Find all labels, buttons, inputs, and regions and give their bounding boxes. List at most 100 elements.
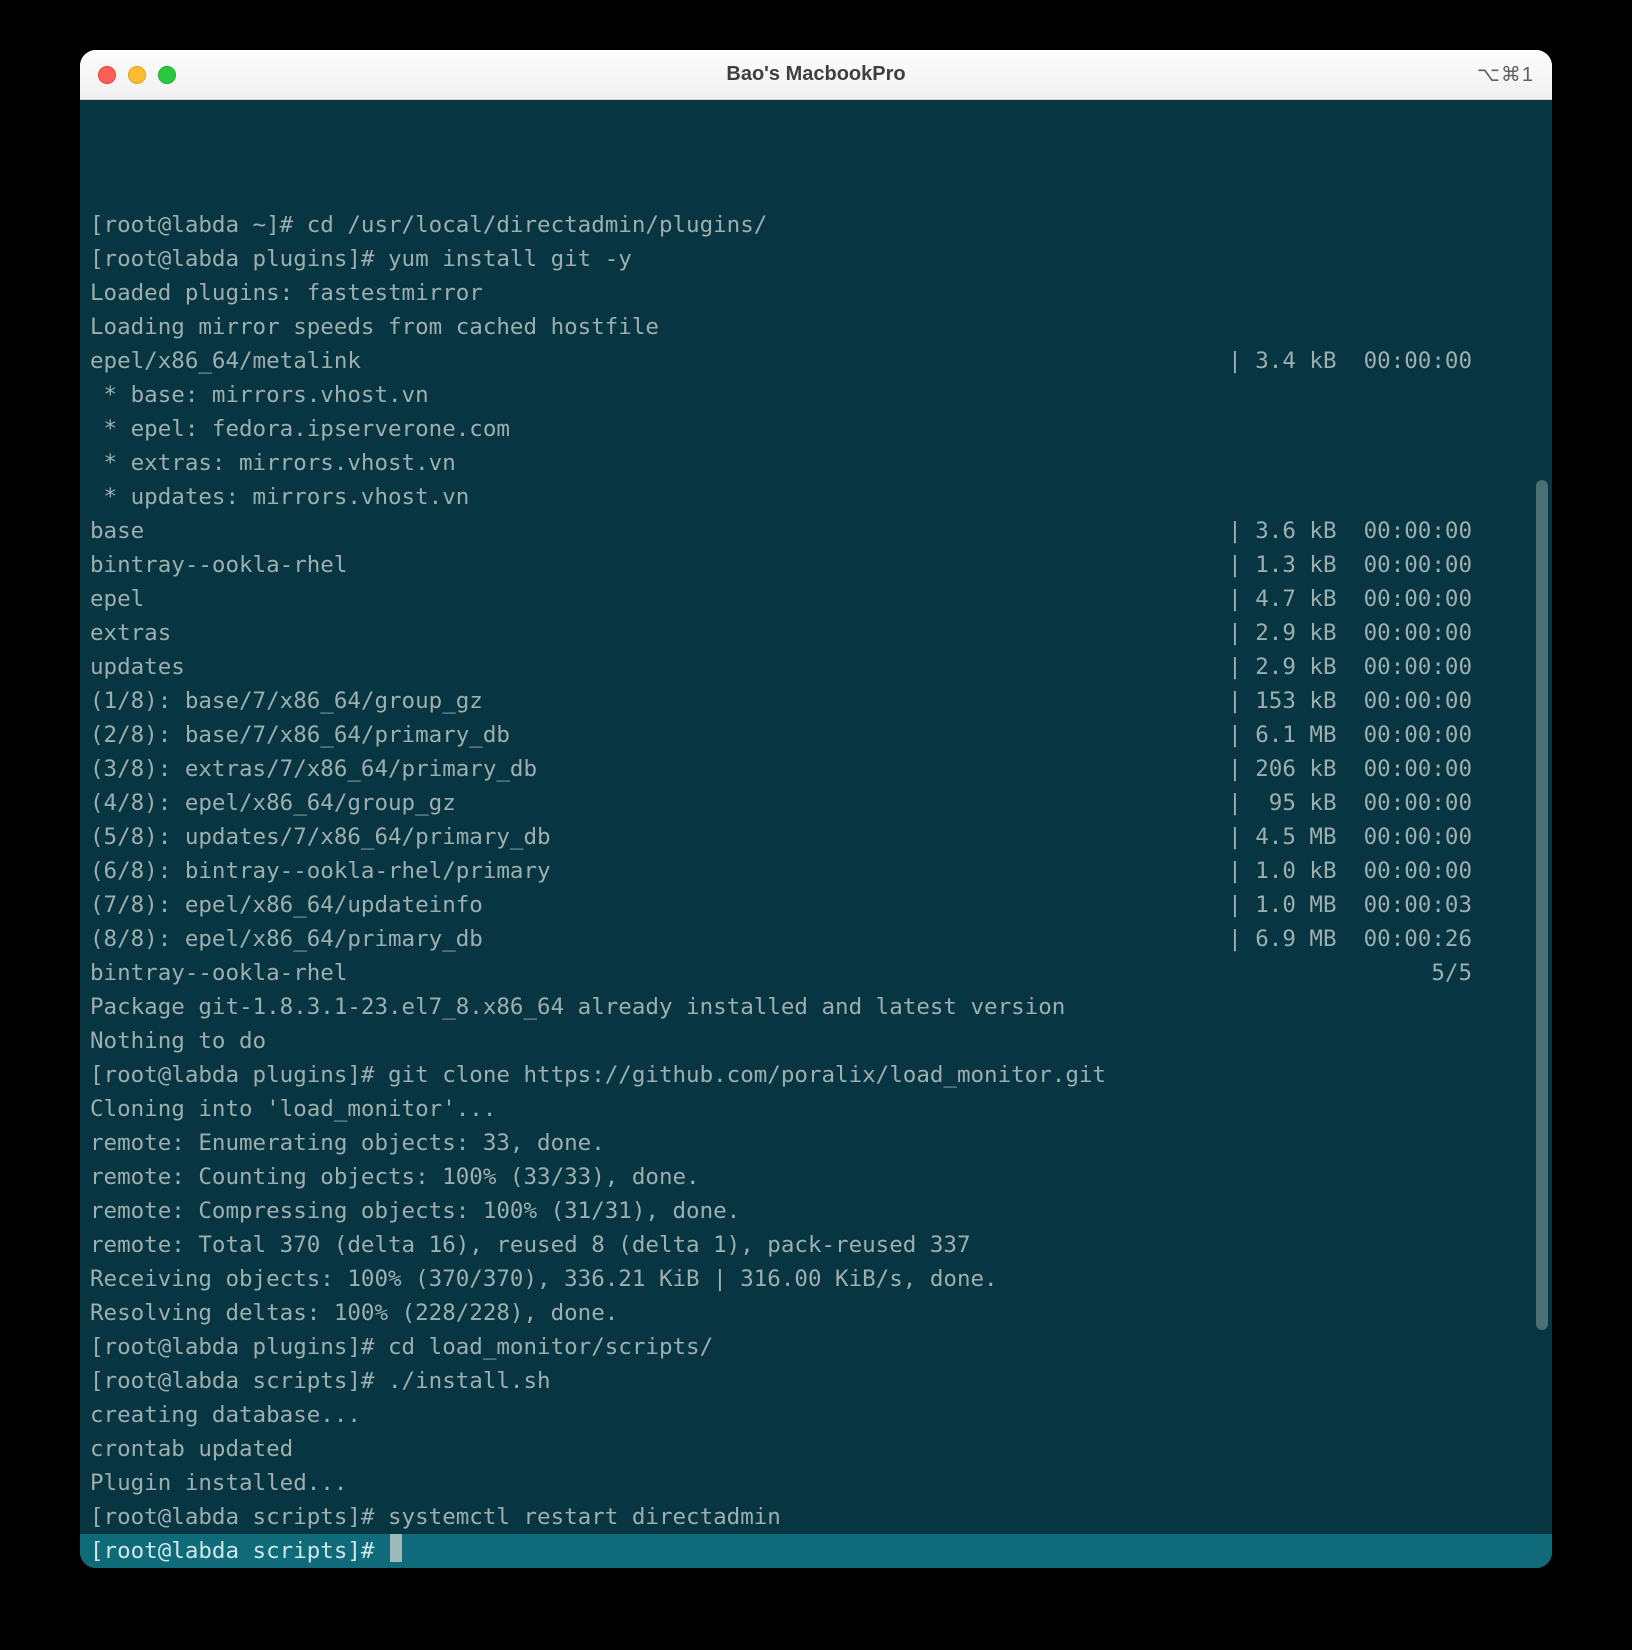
line-text: * epel: fedora.ipserverone.com <box>90 412 510 446</box>
line-text: remote: Compressing objects: 100% (31/31… <box>90 1194 740 1228</box>
terminal-line: (7/8): epel/x86_64/updateinfo| 1.0 MB 00… <box>80 888 1552 922</box>
line-text: epel/x86_64/metalink <box>90 344 361 378</box>
line-text: [root@labda plugins]# cd load_monitor/sc… <box>90 1330 713 1364</box>
line-text: [root@labda scripts]# <box>90 1534 388 1568</box>
line-text: Loading mirror speeds from cached hostfi… <box>90 310 659 344</box>
line-text: remote: Total 370 (delta 16), reused 8 (… <box>90 1228 971 1262</box>
line-text: [root@labda scripts]# ./install.sh <box>90 1364 551 1398</box>
line-right-text: | 2.9 kB 00:00:00 <box>1228 616 1542 650</box>
terminal-line: [root@labda ~]# cd /usr/local/directadmi… <box>80 208 1552 242</box>
terminal-line: remote: Counting objects: 100% (33/33), … <box>80 1160 1552 1194</box>
terminal-line: remote: Compressing objects: 100% (31/31… <box>80 1194 1552 1228</box>
line-text: base <box>90 514 144 548</box>
line-right-text: | 95 kB 00:00:00 <box>1228 786 1542 820</box>
minimize-button[interactable] <box>128 66 146 84</box>
line-right-text: | 6.9 MB 00:00:26 <box>1228 922 1542 956</box>
terminal-line: bintray--ookla-rhel | 1.3 kB 00:00:00 <box>80 548 1552 582</box>
line-text: Loaded plugins: fastestmirror <box>90 276 483 310</box>
line-text: (7/8): epel/x86_64/updateinfo <box>90 888 483 922</box>
terminal-body[interactable]: [root@labda ~]# cd /usr/local/directadmi… <box>80 100 1552 1568</box>
line-right-text: | 2.9 kB 00:00:00 <box>1228 650 1542 684</box>
line-text: epel <box>90 582 144 616</box>
terminal-line: Resolving deltas: 100% (228/228), done. <box>80 1296 1552 1330</box>
close-button[interactable] <box>98 66 116 84</box>
line-text: * updates: mirrors.vhost.vn <box>90 480 469 514</box>
line-text: Plugin installed... <box>90 1466 347 1500</box>
terminal-line: extras | 2.9 kB 00:00:00 <box>80 616 1552 650</box>
terminal-line: creating database... <box>80 1398 1552 1432</box>
terminal-line: Plugin installed... <box>80 1466 1552 1500</box>
line-text: (1/8): base/7/x86_64/group_gz <box>90 684 483 718</box>
terminal-window: Bao's MacbookPro ⌥⌘1 [root@labda ~]# cd … <box>80 50 1552 1568</box>
terminal-line: (1/8): base/7/x86_64/group_gz | 153 kB 00… <box>80 684 1552 718</box>
window-title: Bao's MacbookPro <box>80 63 1552 86</box>
terminal-line: Loading mirror speeds from cached hostfi… <box>80 310 1552 344</box>
terminal-line: remote: Total 370 (delta 16), reused 8 (… <box>80 1228 1552 1262</box>
line-text: creating database... <box>90 1398 361 1432</box>
terminal-line: [root@labda plugins]# git clone https://… <box>80 1058 1552 1092</box>
terminal-line: (6/8): bintray--ookla-rhel/primary | 1.0 … <box>80 854 1552 888</box>
traffic-lights <box>98 66 176 84</box>
terminal-line: (2/8): base/7/x86_64/primary_db | 6.1 MB … <box>80 718 1552 752</box>
terminal-line: remote: Enumerating objects: 33, done. <box>80 1126 1552 1160</box>
terminal-line: crontab updated <box>80 1432 1552 1466</box>
line-right-text: | 1.0 kB 00:00:00 <box>1228 854 1542 888</box>
line-right-text: | 1.3 kB 00:00:00 <box>1228 548 1542 582</box>
line-right-text: | 153 kB 00:00:00 <box>1228 684 1542 718</box>
line-right-text: | 6.1 MB 00:00:00 <box>1228 718 1542 752</box>
line-text: [root@labda plugins]# yum install git -y <box>90 242 632 276</box>
line-text: (2/8): base/7/x86_64/primary_db <box>90 718 510 752</box>
line-text: remote: Counting objects: 100% (33/33), … <box>90 1160 700 1194</box>
terminal-line: [root@labda plugins]# yum install git -y <box>80 242 1552 276</box>
line-text: Cloning into 'load_monitor'... <box>90 1092 496 1126</box>
terminal-line: [root@labda scripts]# <box>80 1534 1552 1568</box>
terminal-line: [root@labda scripts]# systemctl restart … <box>80 1500 1552 1534</box>
line-right-text: | 4.5 MB 00:00:00 <box>1228 820 1542 854</box>
line-text: (6/8): bintray--ookla-rhel/primary <box>90 854 551 888</box>
line-text: bintray--ookla-rhel <box>90 548 347 582</box>
line-text: * base: mirrors.vhost.vn <box>90 378 429 412</box>
terminal-line: base | 3.6 kB 00:00:00 <box>80 514 1552 548</box>
scrollbar[interactable] <box>1536 480 1548 1330</box>
line-text: Nothing to do <box>90 1024 266 1058</box>
line-text: Receiving objects: 100% (370/370), 336.2… <box>90 1262 998 1296</box>
titlebar[interactable]: Bao's MacbookPro ⌥⌘1 <box>80 50 1552 100</box>
terminal-line: (4/8): epel/x86_64/group_gz | 95 kB 00:00… <box>80 786 1552 820</box>
line-text: extras <box>90 616 171 650</box>
line-text: * extras: mirrors.vhost.vn <box>90 446 456 480</box>
line-text: [root@labda plugins]# git clone https://… <box>90 1058 1106 1092</box>
terminal-line: * epel: fedora.ipserverone.com <box>80 412 1552 446</box>
terminal-line: Cloning into 'load_monitor'... <box>80 1092 1552 1126</box>
terminal-line: [root@labda plugins]# cd load_monitor/sc… <box>80 1330 1552 1364</box>
line-right-text: | 4.7 kB 00:00:00 <box>1228 582 1542 616</box>
line-right-text: 5/5 <box>1431 956 1542 990</box>
terminal-line: * base: mirrors.vhost.vn <box>80 378 1552 412</box>
line-text: (5/8): updates/7/x86_64/primary_db <box>90 820 551 854</box>
terminal-line: Receiving objects: 100% (370/370), 336.2… <box>80 1262 1552 1296</box>
line-right-text: | 3.6 kB 00:00:00 <box>1228 514 1542 548</box>
line-text: Package git-1.8.3.1-23.el7_8.x86_64 alre… <box>90 990 1065 1024</box>
line-right-text: | 206 kB 00:00:00 <box>1228 752 1542 786</box>
terminal-line: updates | 2.9 kB 00:00:00 <box>80 650 1552 684</box>
line-text: (8/8): epel/x86_64/primary_db <box>90 922 483 956</box>
terminal-line: Loaded plugins: fastestmirror <box>80 276 1552 310</box>
terminal-line: bintray--ookla-rhel 5/5 <box>80 956 1552 990</box>
line-text: bintray--ookla-rhel <box>90 956 347 990</box>
terminal-line: epel/x86_64/metalink | 3.4 kB 00:00:00 <box>80 344 1552 378</box>
terminal-line: [root@labda scripts]# ./install.sh <box>80 1364 1552 1398</box>
terminal-line: (5/8): updates/7/x86_64/primary_db | 4.5 … <box>80 820 1552 854</box>
terminal-line: * extras: mirrors.vhost.vn <box>80 446 1552 480</box>
line-right-text: | 3.4 kB 00:00:00 <box>1228 344 1542 378</box>
line-text: [root@labda ~]# cd /usr/local/directadmi… <box>90 208 767 242</box>
terminal-line: Package git-1.8.3.1-23.el7_8.x86_64 alre… <box>80 990 1552 1024</box>
terminal-line: (8/8): epel/x86_64/primary_db | 6.9 MB 00… <box>80 922 1552 956</box>
shortcut-indicator: ⌥⌘1 <box>1477 62 1534 87</box>
line-text: (3/8): extras/7/x86_64/primary_db <box>90 752 537 786</box>
terminal-line: * updates: mirrors.vhost.vn <box>80 480 1552 514</box>
terminal-line: (3/8): extras/7/x86_64/primary_db | 206 k… <box>80 752 1552 786</box>
maximize-button[interactable] <box>158 66 176 84</box>
line-text: updates <box>90 650 185 684</box>
terminal-line: Nothing to do <box>80 1024 1552 1058</box>
line-text: (4/8): epel/x86_64/group_gz <box>90 786 456 820</box>
cursor <box>390 1534 402 1562</box>
